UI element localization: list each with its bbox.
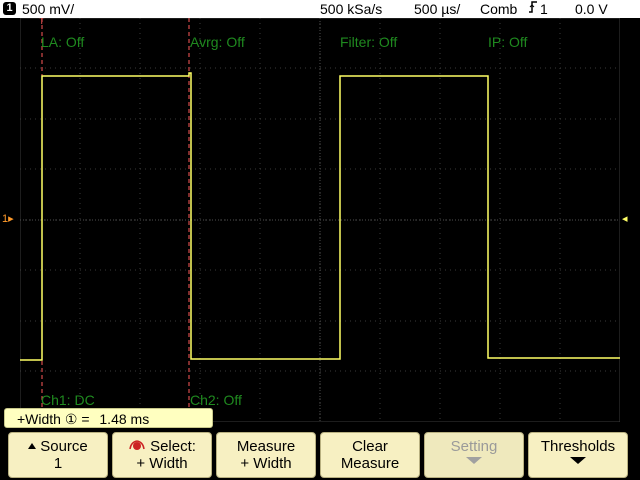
trigger-level-marker: ◂ xyxy=(622,213,628,225)
trigger-source: 1 xyxy=(540,1,548,17)
measurement-label: +Width xyxy=(17,411,61,427)
ip-status: IP: Off xyxy=(488,34,528,50)
measurement-value: 1.48 ms xyxy=(99,411,150,427)
measurement-channel: ① xyxy=(64,411,78,427)
trigger-mode: Comb xyxy=(480,1,518,17)
setting-softkey[interactable]: Setting xyxy=(424,432,524,478)
measure-softkey[interactable]: Measure + Width xyxy=(216,432,316,478)
entry-knob-icon xyxy=(129,440,145,450)
ground-marker: 1▸ xyxy=(2,213,14,225)
select-softkey[interactable]: Select: + Width xyxy=(112,432,212,478)
time-per-div: 500 µs/ xyxy=(414,1,461,17)
ch2-status: Ch2: Off xyxy=(190,392,242,408)
arrow-up-icon xyxy=(28,443,37,449)
source-softkey[interactable]: Source 1 xyxy=(8,432,108,478)
trigger-point-marker: T xyxy=(39,18,45,26)
averaging-status: Avrg: Off xyxy=(190,34,245,50)
trigger-level: 0.0 V xyxy=(575,1,608,17)
arrow-down-icon xyxy=(570,457,586,464)
waveform-display[interactable]: T LA: Off Avrg: Off Filter: Off IP: Off … xyxy=(20,18,620,422)
channel-badge: 1 xyxy=(3,2,16,15)
measurement-readout: +Width ① = 1.48 ms xyxy=(4,408,213,428)
thresholds-softkey[interactable]: Thresholds xyxy=(528,432,628,478)
la-status: LA: Off xyxy=(41,34,85,50)
volts-per-div: 500 mV/ xyxy=(22,1,75,17)
sample-rate: 500 kSa/s xyxy=(320,1,383,17)
filter-status: Filter: Off xyxy=(340,34,398,50)
trigger-edge-icon xyxy=(528,0,538,18)
ch1-coupling: Ch1: DC xyxy=(41,392,95,408)
clear-measure-softkey[interactable]: Clear Measure xyxy=(320,432,420,478)
arrow-down-icon xyxy=(466,457,482,464)
graticule: T xyxy=(20,18,620,422)
softkey-bar: Source 1 Select: + Width Measure + Width… xyxy=(0,430,640,480)
status-bar: 1 500 mV/ 500 kSa/s 500 µs/ Comb 1 0.0 V xyxy=(0,0,640,18)
